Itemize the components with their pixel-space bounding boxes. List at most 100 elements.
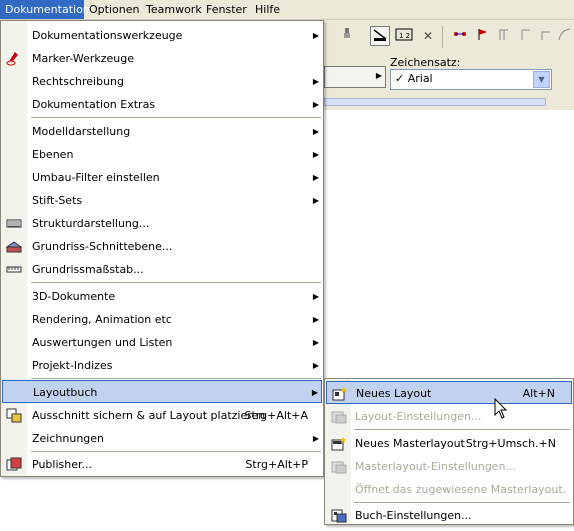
new-master-icon — [331, 436, 347, 451]
menu-item-3d-dokumente[interactable]: 3D-Dokumente ▶ — [2, 285, 322, 308]
menu-item-label: Dokumentationswerkzeuge — [32, 29, 183, 42]
menu-item-dokumentation-extras[interactable]: Dokumentation Extras ▶ — [2, 93, 322, 116]
menu-item-label: Publisher... — [32, 458, 92, 471]
progress-bar — [324, 98, 546, 106]
menu-item-label: Öffnet das zugewiesene Masterlayout. — [355, 483, 567, 496]
menu-item-auswertungen[interactable]: Auswertungen und Listen ▶ — [2, 331, 322, 354]
menu-item-stift-sets[interactable]: Stift-Sets ▶ — [2, 189, 322, 212]
menu-item-label: Ebenen — [32, 148, 74, 161]
menu-item-strukturdarstellung[interactable]: Strukturdarstellung... — [2, 212, 322, 235]
menu-item-rendering[interactable]: Rendering, Animation etc ▶ — [2, 308, 322, 331]
menu-separator — [354, 502, 570, 503]
charset-value: ✓ Arial — [395, 72, 433, 85]
submenu-arrow-icon: ▶ — [312, 173, 319, 182]
menu-dokumentation[interactable]: Dokumentation — [0, 0, 90, 19]
close-icon[interactable]: ✕ — [418, 26, 438, 46]
menu-item-publisher[interactable]: Publisher... Strg+Alt+P — [2, 453, 322, 476]
submenu-item-masterlayout-einstellungen[interactable]: Masterlayout-Einstellungen... — [326, 455, 572, 478]
submenu-arrow-icon: ▶ — [312, 196, 319, 205]
menu-item-grundrissmassstab[interactable]: Grundrissmaßstab... — [2, 258, 322, 281]
charset-label: Zeichensatz: — [390, 56, 461, 69]
menu-item-ebenen[interactable]: Ebenen ▶ — [2, 143, 322, 166]
layer-combo[interactable]: ▶ — [324, 66, 386, 88]
submenu-arrow-icon: ▶ — [312, 338, 319, 347]
menu-separator — [31, 451, 321, 452]
submenu-item-buch-einstellungen[interactable]: Buch-Einstellungen... — [326, 504, 572, 527]
menu-item-label: Masterlayout-Einstellungen... — [355, 460, 516, 473]
menu-item-label: Stift-Sets — [32, 194, 83, 207]
scale-icon[interactable] — [370, 26, 390, 46]
submenu-arrow-icon: ▶ — [312, 434, 319, 443]
charset-select[interactable]: ✓ Arial ▼ — [390, 69, 552, 90]
publisher-icon — [6, 457, 22, 472]
menu-separator — [31, 378, 321, 379]
master-settings-icon — [331, 459, 347, 474]
submenu-arrow-icon: ▶ — [312, 361, 319, 370]
pen-icon[interactable] — [337, 26, 357, 46]
flag-icon[interactable] — [472, 26, 492, 46]
layout-settings-icon — [331, 409, 347, 424]
menu-item-label: Grundrissmaßstab... — [32, 263, 144, 276]
save-view-icon — [6, 408, 22, 423]
submenu-arrow-icon: ▶ — [312, 100, 319, 109]
stairs-icon[interactable] — [494, 26, 514, 46]
menu-item-label: Auswertungen und Listen — [32, 336, 173, 349]
menu-item-dokumentationswerkzeuge[interactable]: Dokumentationswerkzeuge ▶ — [2, 24, 322, 47]
menu-hilfe[interactable]: Hilfe — [250, 0, 285, 19]
menu-item-label: Dokumentation Extras — [32, 98, 156, 111]
node-icon[interactable] — [450, 26, 470, 46]
ruler-icon — [6, 262, 22, 277]
menu-optionen[interactable]: Optionen — [84, 0, 144, 19]
svg-text:1 2: 1 2 — [399, 32, 410, 40]
menu-teamwork[interactable]: Teamwork — [141, 0, 207, 19]
menu-item-label: 3D-Dokumente — [32, 290, 116, 303]
toolbar-separator — [442, 26, 443, 48]
menu-item-shortcut: Strg+Alt+P — [245, 458, 308, 471]
menu-item-label: Layout-Einstellungen... — [355, 410, 482, 423]
submenu-arrow-icon: ▶ — [312, 150, 319, 159]
menu-separator — [354, 429, 570, 430]
menu-item-label: Marker-Werkzeuge — [32, 52, 134, 65]
new-layout-icon — [332, 386, 348, 401]
menu-item-label: Layoutbuch — [33, 386, 98, 399]
submenu-arrow-icon: ▶ — [312, 31, 319, 40]
menu-item-marker-werkzeuge[interactable]: Marker-Werkzeuge — [2, 47, 322, 70]
menu-item-label: Rendering, Animation etc — [32, 313, 172, 326]
step-icon[interactable] — [516, 26, 536, 46]
book-settings-icon — [331, 508, 347, 523]
chevron-down-icon[interactable]: ▼ — [533, 71, 550, 88]
structure-icon — [6, 216, 22, 231]
submenu-arrow-icon: ▶ — [311, 388, 318, 397]
menu-item-label: Modelldarstellung — [32, 125, 131, 138]
menu-item-label: Zeichnungen — [32, 432, 105, 445]
menu-item-label: Ausschnitt sichern & auf Layout platzier… — [32, 409, 266, 422]
menu-item-label: Grundriss-Schnittebene... — [32, 240, 173, 253]
menu-item-shortcut: Strg+Umsch.+N — [465, 437, 556, 450]
mouse-cursor-icon — [494, 398, 508, 419]
corner-icon[interactable] — [536, 26, 556, 46]
menu-item-ausschnitt-sichern[interactable]: Ausschnitt sichern & auf Layout platzier… — [2, 404, 322, 427]
menu-item-label: Umbau-Filter einstellen — [32, 171, 160, 184]
marker-icon — [6, 51, 22, 66]
arc-icon[interactable] — [554, 26, 574, 46]
menu-item-projekt-indizes[interactable]: Projekt-Indizes ▶ — [2, 354, 322, 377]
menu-item-umbau-filter[interactable]: Umbau-Filter einstellen ▶ — [2, 166, 322, 189]
menu-item-label: Neues Layout — [356, 387, 432, 400]
menu-item-rechtschreibung[interactable]: Rechtschreibung ▶ — [2, 70, 322, 93]
chevron-right-icon: ▶ — [375, 71, 382, 80]
menu-item-label: Rechtschreibung — [32, 75, 125, 88]
menu-separator — [31, 282, 321, 283]
dimension-icon[interactable]: 1 2 — [394, 26, 414, 46]
submenu-item-layout-einstellungen[interactable]: Layout-Einstellungen... — [326, 405, 572, 428]
menu-item-grundriss-schnittebene[interactable]: Grundriss-Schnittebene... — [2, 235, 322, 258]
menu-item-zeichnungen[interactable]: Zeichnungen ▶ — [2, 427, 322, 450]
menu-fenster[interactable]: Fenster — [201, 0, 252, 19]
submenu-item-masterlayout-oeffnen[interactable]: Öffnet das zugewiesene Masterlayout. — [326, 478, 572, 501]
submenu-item-neues-layout[interactable]: Neues Layout Alt+N — [326, 381, 572, 404]
menu-item-label: Strukturdarstellung... — [32, 217, 150, 230]
menu-item-layoutbuch[interactable]: Layoutbuch ▶ — [2, 380, 322, 403]
submenu-item-neues-masterlayout[interactable]: Neues Masterlayout Strg+Umsch.+N — [326, 432, 572, 455]
menu-item-modelldarstellung[interactable]: Modelldarstellung ▶ — [2, 120, 322, 143]
menu-bar: Dokumentation Optionen Teamwork Fenster … — [0, 0, 574, 20]
menu-item-shortcut: Strg+Alt+A — [244, 409, 308, 422]
